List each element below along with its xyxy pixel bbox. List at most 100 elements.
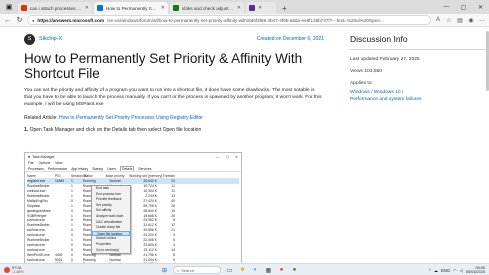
tab-label: xfoks and check adjustment tres — [182, 5, 234, 11]
step-text: Open Task Manager and click on the Detai… — [29, 127, 202, 133]
back-arrow-icon[interactable]: ← — [3, 17, 12, 24]
col-priority: Base priority — [105, 173, 125, 178]
search-placeholder: Search — [181, 267, 194, 273]
col-memory: Working set (memory) — [129, 173, 163, 178]
table-cell: 0 — [71, 247, 73, 252]
table-cell: 1 — [71, 189, 73, 194]
tm-context-menu: End task End process tree Provide feedback… — [91, 185, 131, 255]
table-cell: svchost.exe — [27, 242, 45, 247]
close-tab-icon[interactable]: ✕ — [161, 5, 165, 11]
table-cell: 13 — [171, 194, 175, 198]
workspace-icon[interactable]: ▣ — [0, 0, 18, 14]
url-host: https://answers.microsoft.com — [37, 17, 105, 23]
link-performance[interactable]: Performance and system failures — [350, 97, 422, 102]
browser-tab-1[interactable]: can i attach processes priority to ✕ — [18, 2, 92, 14]
table-cell: 21,796 K — [143, 252, 157, 257]
link-windows-10[interactable]: Windows 10 — [374, 90, 401, 95]
table-cell: svchost.exe — [27, 257, 45, 262]
browser-tab-2[interactable]: How to Permanently Set Priority ✕ — [94, 2, 168, 14]
more-menu-icon[interactable]: … — [478, 17, 486, 23]
link-windows[interactable]: Windows — [350, 90, 370, 95]
discussion-info-title: Discussion Info — [350, 34, 408, 44]
views-count: Views 103,550 — [350, 69, 382, 74]
table-cell: 5 — [173, 238, 175, 243]
table-cell: 1 — [71, 203, 73, 208]
step-number: 1. — [24, 127, 29, 133]
tm-tab-startup: Startup — [92, 166, 104, 171]
table-cell: conhost.exe — [27, 189, 46, 194]
browser-tab-4[interactable]: ✕ — [246, 2, 276, 14]
table-cell: svchost.exe — [27, 218, 45, 223]
intro-paragraph: You can set the priority and affinity of… — [24, 88, 322, 107]
related-article: Related Article: How to Permanently Set … — [24, 115, 324, 121]
tm-title: Task Manager — [32, 154, 55, 159]
table-cell: svchost.exe — [27, 247, 45, 252]
table-cell: 11860 — [55, 179, 65, 184]
clock[interactable]: 09:05 05/03/2025 — [466, 266, 485, 275]
onedrive-icon[interactable]: ☁ — [434, 268, 438, 273]
tray-overflow-icon[interactable]: ^ — [429, 268, 431, 273]
favorite-star-icon[interactable]: ☆ — [445, 17, 453, 24]
table-cell: 0 — [71, 228, 73, 233]
browser-tab-3[interactable]: xfoks and check adjustment tres ✕ — [170, 2, 244, 14]
table-cell: MsMpEngSvc — [27, 198, 48, 203]
close-tab-icon[interactable]: ✕ — [258, 5, 262, 11]
table-cell: 1 — [71, 223, 73, 228]
volume-icon[interactable]: ◁ — [460, 268, 463, 273]
language-indicator[interactable]: ENG — [441, 268, 450, 273]
table-cell: 23,600 K — [143, 242, 157, 247]
favicon-3 — [173, 5, 179, 11]
weather-widget[interactable]: 5°C/A -1.48% — [0, 266, 60, 274]
taskbar-apps: ⊞ ⌕ Search ▭ ■ ◐ ▦ ● ● — [160, 265, 299, 275]
table-cell: 22,408 K — [143, 238, 157, 243]
tm-menu-options: Options — [38, 161, 51, 165]
tm-tab-processes: Processes — [28, 166, 44, 171]
minimize-button[interactable]: — — [438, 0, 455, 14]
start-icon[interactable]: ⊞ — [160, 266, 169, 275]
refresh-icon[interactable]: ↻ — [15, 16, 24, 24]
close-window-button[interactable]: ✕ — [472, 0, 489, 14]
divider — [350, 49, 486, 50]
table-cell: 10,304 K — [143, 189, 157, 194]
profile-icon[interactable]: ◉ — [467, 17, 475, 24]
read-aloud-icon[interactable]: A — [434, 17, 442, 23]
app-icon[interactable]: ● — [277, 266, 286, 275]
table-cell: 0 — [71, 242, 73, 247]
app-icon[interactable]: ● — [290, 266, 299, 275]
related-article-link[interactable]: How to Permanently Set Priority Processe… — [59, 115, 203, 121]
maximize-button[interactable]: ▢ — [455, 0, 472, 14]
file-explorer-icon[interactable]: ■ — [238, 266, 247, 275]
close-tab-icon[interactable]: ✕ — [85, 5, 89, 11]
table-cell: 27,424 K — [143, 198, 157, 203]
tm-tab-users: Users — [107, 166, 117, 171]
table-cell: 10,724 K — [143, 184, 157, 189]
avatar[interactable]: S — [24, 33, 35, 45]
link-separator: / — [401, 90, 404, 95]
author-link[interactable]: Sikchip-X — [39, 36, 62, 42]
table-cell: WmiPrvSE.exe — [27, 252, 50, 257]
table-cell: 59,708 K — [143, 203, 157, 208]
tm-details-table: Name PID Session ID Status Base priority… — [27, 174, 239, 263]
window-controls: — ▢ ✕ — [438, 0, 489, 14]
table-cell: 15,668 K — [143, 213, 157, 218]
table-cell: 1 — [71, 238, 73, 243]
last-updated: Last updated February 27, 2025 — [350, 57, 420, 62]
wifi-icon[interactable]: ◠ — [453, 268, 457, 273]
table-cell: Running — [83, 257, 96, 262]
table-cell: 26,840 K — [143, 179, 157, 184]
store-icon[interactable]: ▦ — [264, 266, 273, 275]
collections-icon[interactable]: ▤ — [456, 17, 464, 24]
address-bar[interactable]: ● https://answers.microsoft.com /en-us/w… — [27, 15, 431, 25]
link-separator: / — [371, 90, 373, 95]
table-cell: 3 — [173, 233, 175, 238]
taskbar-search[interactable]: ⌕ Search — [173, 266, 221, 274]
table-cell: 20 — [171, 179, 175, 184]
table-cell: 0 — [71, 257, 73, 262]
table-cell: svchost.exe — [27, 233, 45, 238]
edge-icon[interactable]: ◐ — [251, 266, 260, 275]
task-view-icon[interactable]: ▭ — [225, 266, 234, 275]
table-cell: Running — [83, 179, 96, 184]
new-tab-button[interactable]: + — [278, 4, 291, 14]
table-cell: 9 — [173, 257, 175, 262]
close-tab-icon[interactable]: ✕ — [237, 5, 241, 11]
